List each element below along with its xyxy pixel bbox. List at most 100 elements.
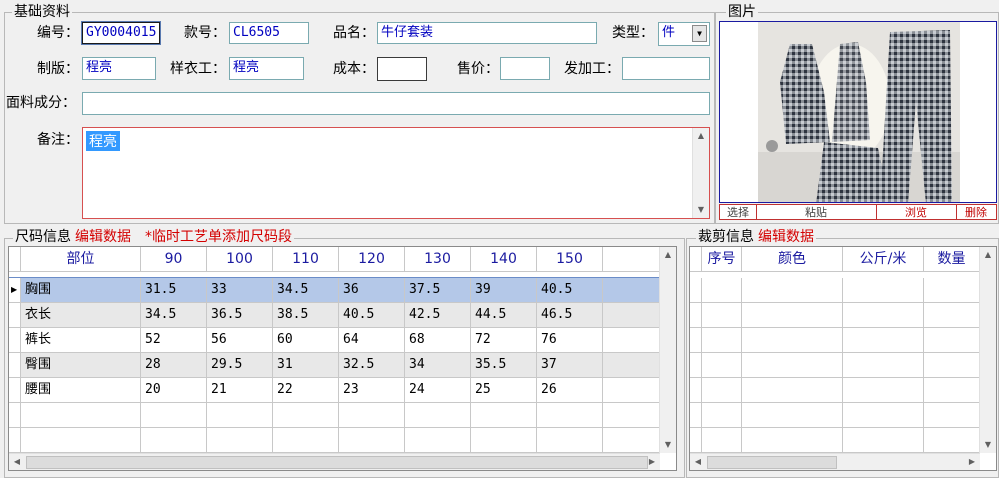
table-row[interactable]: 裤长 52 56 60 64 68 72 76	[9, 328, 660, 353]
size-value-cell[interactable]	[339, 403, 405, 428]
row-indicator[interactable]	[9, 428, 21, 453]
size-value-cell[interactable]: 20	[141, 378, 207, 403]
row-indicator[interactable]	[690, 278, 702, 303]
size-value-cell[interactable]	[141, 428, 207, 453]
code-field[interactable]: GY0004015	[81, 21, 161, 45]
table-row[interactable]	[690, 403, 980, 428]
size-value-cell[interactable]: 25	[471, 378, 537, 403]
scroll-thumb[interactable]	[707, 456, 837, 469]
table-row[interactable]	[690, 428, 980, 453]
table-row[interactable]	[690, 278, 980, 303]
size-value-cell[interactable]	[339, 428, 405, 453]
cut-cell[interactable]	[742, 378, 843, 403]
cut-cell[interactable]	[924, 353, 980, 378]
size-value-cell[interactable]	[273, 403, 339, 428]
col-header[interactable]: 序号	[702, 247, 742, 272]
size-value-cell[interactable]: 34.5	[141, 303, 207, 328]
cut-cell[interactable]	[924, 428, 980, 453]
col-header[interactable]: 130	[405, 247, 471, 272]
cut-cell[interactable]	[924, 403, 980, 428]
size-value-cell[interactable]: 21	[207, 378, 273, 403]
size-value-cell[interactable]: 44.5	[471, 303, 537, 328]
size-value-cell[interactable]: 24	[405, 378, 471, 403]
size-value-cell[interactable]	[471, 403, 537, 428]
cut-cell[interactable]	[843, 328, 924, 353]
row-indicator[interactable]	[9, 303, 21, 328]
cut-cell[interactable]	[742, 403, 843, 428]
size-table[interactable]: 部位 90 100 110 120 130 140 150 ▶ 胸围 31.5 33 3…	[8, 246, 677, 471]
cut-cell[interactable]	[924, 278, 980, 303]
cut-cell[interactable]	[742, 328, 843, 353]
size-value-cell[interactable]: 52	[141, 328, 207, 353]
table-row[interactable]: 衣长 34.5 36.5 38.5 40.5 42.5 44.5 46.5	[9, 303, 660, 328]
size-value-cell[interactable]: 26	[537, 378, 603, 403]
row-indicator[interactable]	[9, 403, 21, 428]
size-value-cell[interactable]: 37	[537, 353, 603, 378]
table-row[interactable]	[690, 328, 980, 353]
cut-cell[interactable]	[843, 428, 924, 453]
row-indicator[interactable]	[690, 378, 702, 403]
process-field[interactable]	[622, 57, 710, 80]
cut-cell[interactable]	[702, 328, 742, 353]
cut-cell[interactable]	[843, 403, 924, 428]
row-indicator[interactable]	[690, 303, 702, 328]
size-value-cell[interactable]: 64	[339, 328, 405, 353]
size-value-cell[interactable]: 56	[207, 328, 273, 353]
name-field[interactable]: 牛仔套装	[377, 22, 597, 44]
part-cell[interactable]	[21, 403, 141, 428]
cost-field[interactable]	[377, 57, 427, 81]
cut-cell[interactable]	[702, 353, 742, 378]
size-value-cell[interactable]: 42.5	[405, 303, 471, 328]
size-value-cell[interactable]: 39	[471, 278, 537, 303]
col-header[interactable]: 颜色	[742, 247, 843, 272]
scroll-left-icon[interactable]: ◀	[9, 454, 25, 470]
size-value-cell[interactable]: 46.5	[537, 303, 603, 328]
sample-worker-field[interactable]: 程亮	[229, 57, 304, 80]
dropdown-arrow-icon[interactable]: ▼	[692, 25, 707, 42]
size-value-cell[interactable]: 28	[141, 353, 207, 378]
table-row[interactable]: 腰围 20 21 22 23 24 25 26	[9, 378, 660, 403]
col-header[interactable]: 110	[273, 247, 339, 272]
row-indicator[interactable]	[9, 328, 21, 353]
row-indicator[interactable]	[690, 353, 702, 378]
size-value-cell[interactable]	[273, 428, 339, 453]
col-header[interactable]: 100	[207, 247, 273, 272]
cut-cell[interactable]	[742, 278, 843, 303]
row-indicator[interactable]	[9, 353, 21, 378]
scroll-down-icon[interactable]: ▼	[660, 437, 676, 453]
cut-table-vscroll[interactable]: ▲ ▼	[979, 247, 996, 453]
note-scrollbar[interactable]: ▲ ▼	[692, 128, 709, 218]
row-indicator[interactable]	[690, 328, 702, 353]
type-select[interactable]: 件 ▼	[658, 22, 710, 46]
part-cell[interactable]: 裤长	[21, 328, 141, 353]
size-temp-link[interactable]: *临时工艺单添加尺码段	[145, 229, 292, 245]
size-value-cell[interactable]	[207, 403, 273, 428]
col-header[interactable]: 数量	[924, 247, 980, 272]
size-value-cell[interactable]: 32.5	[339, 353, 405, 378]
row-indicator[interactable]	[690, 428, 702, 453]
size-value-cell[interactable]	[405, 428, 471, 453]
size-value-cell[interactable]: 37.5	[405, 278, 471, 303]
current-row-arrow-icon[interactable]: ▶	[9, 278, 21, 303]
cut-table[interactable]: 序号 颜色 公斤/米 数量 ▲ ▼ ◀ ▶	[689, 246, 997, 471]
size-value-cell[interactable]: 76	[537, 328, 603, 353]
product-photo[interactable]	[719, 21, 997, 203]
size-table-hscroll[interactable]: ◀ ▶	[9, 453, 660, 470]
size-value-cell[interactable]	[405, 403, 471, 428]
size-value-cell[interactable]	[537, 428, 603, 453]
size-value-cell[interactable]: 34	[405, 353, 471, 378]
plate-field[interactable]: 程亮	[82, 57, 156, 80]
size-value-cell[interactable]: 36	[339, 278, 405, 303]
scroll-down-icon[interactable]: ▼	[980, 437, 996, 453]
cut-cell[interactable]	[924, 328, 980, 353]
size-value-cell[interactable]: 35.5	[471, 353, 537, 378]
table-row[interactable]	[690, 378, 980, 403]
cut-cell[interactable]	[742, 428, 843, 453]
scroll-down-icon[interactable]: ▼	[693, 202, 709, 218]
delete-button[interactable]: 删除	[956, 205, 996, 220]
size-value-cell[interactable]: 31	[273, 353, 339, 378]
fabric-field[interactable]	[82, 92, 710, 115]
scroll-up-icon[interactable]: ▲	[660, 247, 676, 263]
table-row[interactable]	[690, 303, 980, 328]
table-row[interactable]	[9, 403, 660, 428]
